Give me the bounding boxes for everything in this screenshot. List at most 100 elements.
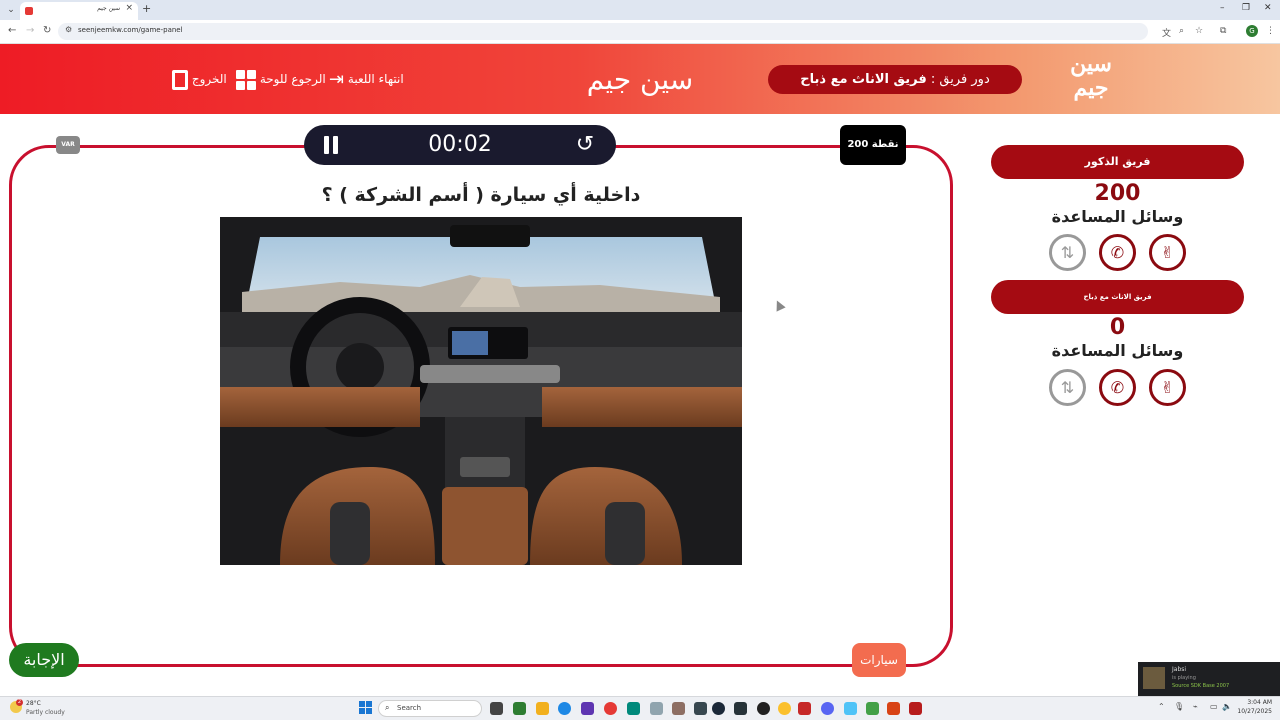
- zoom-icon[interactable]: ⌕: [1179, 26, 1184, 36]
- app-icon[interactable]: [844, 702, 857, 715]
- search-placeholder: Search: [397, 704, 422, 712]
- header-title: سين جيم: [586, 63, 694, 96]
- url-text: seenjeemkw.com/game-panel: [78, 26, 183, 34]
- end-game-button[interactable]: ⇥ انتهاء اللعبة: [325, 68, 404, 90]
- app-icon[interactable]: [866, 702, 879, 715]
- team-2-aids-title: وسائل المساعدة: [1051, 341, 1184, 360]
- edge-icon[interactable]: [558, 702, 571, 715]
- two-answers-icon[interactable]: ✌: [1149, 234, 1186, 271]
- discord-icon[interactable]: [821, 702, 834, 715]
- answer-button[interactable]: الإجابة: [9, 643, 79, 677]
- tab-close-icon[interactable]: ×: [125, 3, 133, 13]
- team-1-score: 200: [1094, 181, 1141, 206]
- app-icon[interactable]: [798, 702, 811, 715]
- team-1-name[interactable]: فريق الذكور: [991, 145, 1244, 179]
- browser-tab[interactable]: سين جيم ×: [20, 2, 138, 20]
- widgets-icon[interactable]: [513, 702, 526, 715]
- exit-label: الخروج: [191, 72, 227, 86]
- exit-button[interactable]: الخروج: [168, 68, 227, 90]
- app-icon[interactable]: [734, 702, 747, 715]
- tab-title: سين جيم: [97, 5, 120, 12]
- taskbar-time[interactable]: 3:04 AM: [1238, 699, 1272, 706]
- friend-game: Source SDK Base 2007: [1172, 683, 1230, 689]
- taskbar-search-input[interactable]: ⌕ Search: [378, 700, 482, 717]
- pause-icon[interactable]: [324, 136, 338, 154]
- minimize-button[interactable]: –: [1220, 3, 1225, 13]
- opera-icon[interactable]: [604, 702, 617, 715]
- seen-jeem-logo[interactable]: سين جيم: [1062, 52, 1120, 108]
- reset-timer-icon[interactable]: ↺: [572, 132, 598, 158]
- site-favicon-icon: [25, 7, 33, 15]
- taskbar-date[interactable]: 10/27/2025: [1232, 708, 1272, 715]
- weather-badge: 2: [16, 699, 23, 706]
- team-2-name[interactable]: فريق الاناث مع ذباح: [991, 280, 1244, 314]
- app-icon[interactable]: [672, 702, 685, 715]
- team-2-score: 0: [1109, 315, 1126, 340]
- end-game-label: انتهاء اللعبة: [347, 72, 404, 86]
- question-text: داخلية أي سيارة ( أسم الشركة ) ؟: [321, 184, 641, 206]
- tray-expand-icon[interactable]: ⌃: [1158, 702, 1165, 711]
- file-explorer-icon[interactable]: [536, 702, 549, 715]
- task-view-icon[interactable]: [490, 702, 503, 715]
- question-image: [220, 217, 742, 565]
- phone-call-icon[interactable]: ✆: [1099, 369, 1136, 406]
- new-tab-button[interactable]: +: [142, 2, 151, 15]
- end-game-arrow-icon: ⇥: [329, 68, 345, 90]
- turn-prefix: دور فريق :: [930, 72, 990, 87]
- search-icon: ⌕: [385, 703, 390, 712]
- tab-search-icon[interactable]: ⌄: [4, 3, 18, 17]
- steam-notification[interactable]: Jabsi is playing Source SDK Base 2007: [1138, 662, 1280, 696]
- close-window-button[interactable]: ✕: [1264, 3, 1272, 13]
- swap-turn-icon[interactable]: ⇅: [1049, 234, 1086, 271]
- microphone-icon[interactable]: 🎙: [1174, 702, 1184, 711]
- avatar: [1143, 667, 1165, 689]
- app-icon[interactable]: [627, 702, 640, 715]
- app-icon[interactable]: [757, 702, 770, 715]
- browser-menu-icon[interactable]: ⋮: [1266, 26, 1275, 36]
- windows-start-icon[interactable]: [359, 701, 373, 715]
- reload-icon[interactable]: ↻: [43, 25, 51, 36]
- back-to-board-label: الرجوع للوحة: [259, 72, 326, 86]
- extensions-icon[interactable]: ⧉: [1220, 26, 1226, 36]
- friend-status: is playing: [1172, 675, 1196, 681]
- back-arrow-icon[interactable]: ←: [8, 25, 16, 36]
- timer-display: 00:02: [428, 132, 492, 157]
- app-icon[interactable]: [694, 702, 707, 715]
- forward-arrow-icon[interactable]: →: [26, 25, 34, 36]
- browser-tab-bar: ⌄ سين جيم × + – ❐ ✕: [0, 0, 1280, 20]
- points-badge: 200 نقطة: [840, 125, 906, 165]
- network-icon[interactable]: ▭: [1210, 702, 1218, 711]
- turn-team-name: فريق الاناث مع ذباح: [800, 72, 927, 87]
- app-icon[interactable]: [650, 702, 663, 715]
- two-answers-icon[interactable]: ✌: [1149, 369, 1186, 406]
- back-to-board-button[interactable]: الرجوع للوحة: [232, 68, 326, 90]
- grid-icon: [236, 69, 256, 90]
- current-turn-indicator: دور فريق : فريق الاناث مع ذباح: [768, 65, 1022, 94]
- bookmark-star-icon[interactable]: ☆: [1195, 26, 1203, 36]
- timer-bar: 00:02 ↺: [304, 125, 616, 165]
- weather-temperature: 28°C: [26, 700, 41, 707]
- app-icon[interactable]: [581, 702, 594, 715]
- team-1-aids-title: وسائل المساعدة: [1051, 207, 1184, 226]
- phone-call-icon[interactable]: ✆: [1099, 234, 1136, 271]
- usb-icon[interactable]: ⌁: [1193, 702, 1198, 711]
- steam-icon[interactable]: [712, 702, 725, 715]
- swap-turn-icon[interactable]: ⇅: [1049, 369, 1086, 406]
- var-badge[interactable]: VAR: [56, 136, 80, 154]
- address-bar[interactable]: ⚙ seenjeemkw.com/game-panel: [58, 23, 1148, 40]
- exit-door-icon: [172, 69, 188, 90]
- site-info-icon[interactable]: ⚙: [65, 25, 72, 34]
- category-button[interactable]: سيارات: [852, 643, 906, 677]
- app-icon[interactable]: [909, 702, 922, 715]
- app-icon[interactable]: [887, 702, 900, 715]
- car-interior-photo: [220, 217, 742, 565]
- chrome-icon[interactable]: [778, 702, 791, 715]
- profile-avatar[interactable]: G: [1246, 25, 1258, 37]
- translate-icon[interactable]: 文: [1162, 26, 1171, 39]
- volume-icon[interactable]: 🔈: [1222, 702, 1232, 711]
- browser-toolbar: ← → ↻ ⚙ seenjeemkw.com/game-panel 文 ⌕ ☆ …: [0, 20, 1280, 44]
- windows-taskbar: 2 28°C Partly cloudy ⌕ Search ⌃ 🎙 ⌁ ▭ 🔈 …: [0, 696, 1280, 720]
- restore-button[interactable]: ❐: [1242, 3, 1250, 13]
- friend-name: Jabsi: [1172, 666, 1187, 673]
- weather-description: Partly cloudy: [26, 709, 65, 716]
